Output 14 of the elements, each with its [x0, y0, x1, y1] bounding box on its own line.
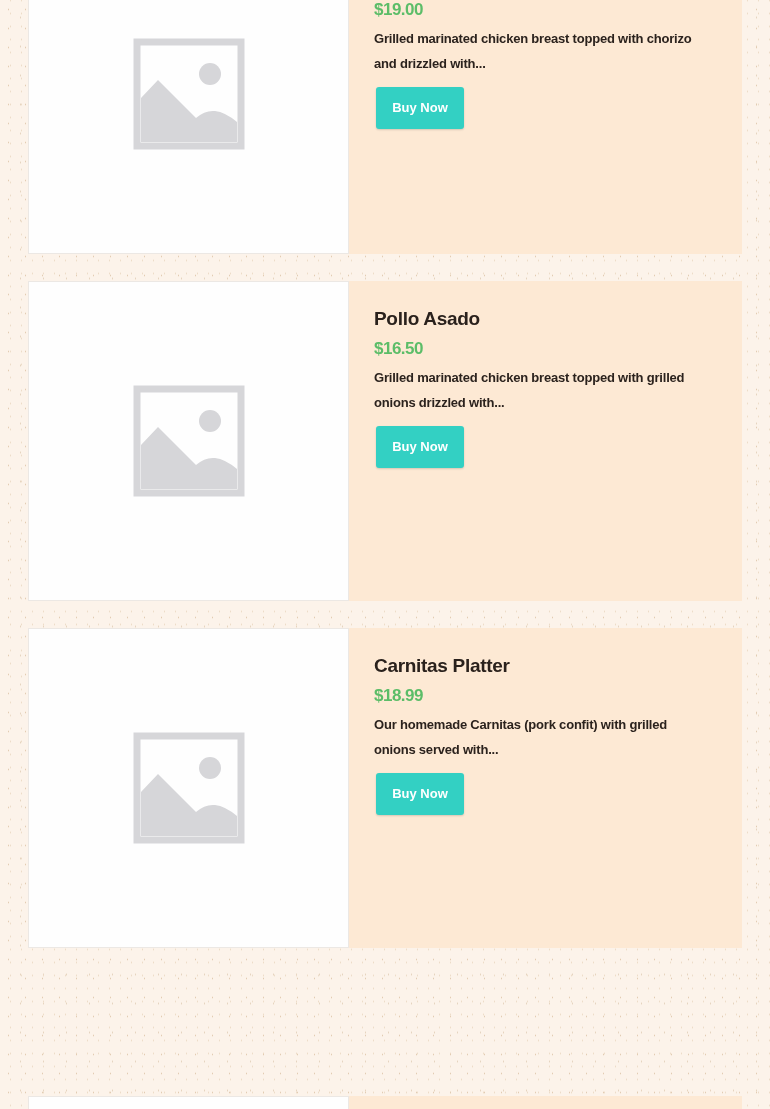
buy-now-button[interactable]: Buy Now	[376, 426, 464, 468]
buy-now-button[interactable]: Buy Now	[376, 87, 464, 129]
product-title: Pollo Asado	[374, 307, 480, 331]
picture-icon	[132, 732, 245, 844]
product-price: $16.50	[374, 339, 423, 359]
product-description: Grilled marinated chicken breast topped with grilled onions drizzled with...	[374, 369, 686, 412]
picture-icon	[132, 38, 245, 150]
product-price: $18.99	[374, 686, 423, 706]
buy-now-button[interactable]: Buy Now	[376, 773, 464, 815]
product-title: Carnitas Platter	[374, 654, 510, 678]
picture-icon	[132, 385, 245, 497]
product-price: $19.00	[374, 0, 423, 20]
product-description: Our homemade Carnitas (pork confit) with grilled onions served with...	[374, 716, 669, 759]
product-description: Grilled marinated chicken breast topped with chorizo and drizzled with...	[374, 30, 693, 73]
